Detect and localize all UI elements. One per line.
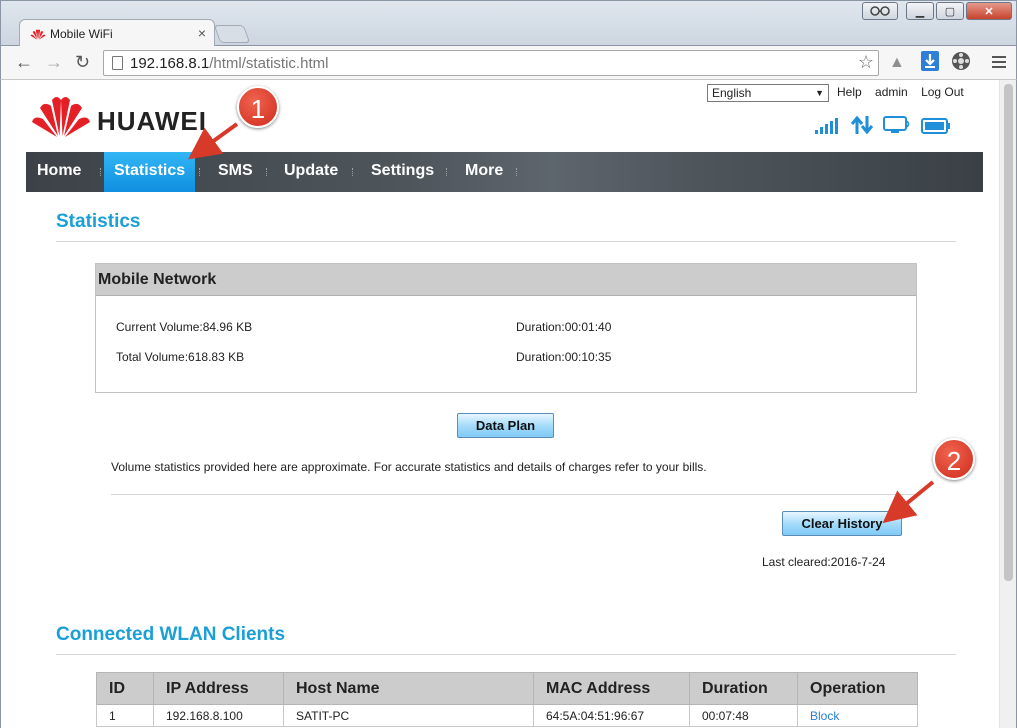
cell-duration: 00:07:48 — [689, 704, 798, 727]
cell-host: SATIT-PC — [283, 704, 534, 727]
nav-more[interactable]: More — [465, 152, 503, 192]
col-ip-address: IP Address — [153, 672, 284, 705]
battery-icon — [921, 118, 950, 134]
nav-update[interactable]: Update — [284, 152, 338, 192]
top-links: Help admin Log Out — [837, 85, 974, 99]
nav-statistics[interactable]: Statistics — [104, 152, 196, 192]
drive-extension-icon[interactable]: ▲ — [889, 54, 905, 72]
tab-title: Mobile WiFi — [50, 27, 113, 41]
window-controls: ▁ ▢ ✕ — [862, 2, 1012, 20]
nav-home[interactable]: Home — [37, 152, 81, 192]
page-scrollbar[interactable] — [999, 80, 1016, 728]
logout-link[interactable]: Log Out — [921, 85, 964, 99]
col-duration: Duration — [689, 672, 798, 705]
browser-tab[interactable]: Mobile WiFi × — [19, 19, 215, 47]
page-title: Statistics — [56, 211, 141, 232]
col-host-name: Host Name — [283, 672, 534, 705]
cell-mac: 64:5A:04:51:96:67 — [533, 704, 690, 727]
signal-icon — [815, 118, 838, 134]
menu-icon[interactable] — [992, 56, 1006, 71]
star-icon[interactable]: ☆ — [858, 52, 874, 73]
brand-name: HUAWEI — [97, 106, 207, 136]
url-text[interactable]: 192.168.8.1/html/statistic.html — [130, 55, 328, 72]
huawei-logo-icon — [32, 97, 90, 137]
col-mac-address: MAC Address — [533, 672, 690, 705]
total-duration: Duration:00:10:35 — [516, 350, 612, 364]
maximize-button[interactable]: ▢ — [936, 2, 964, 20]
cell-operation: Block — [797, 704, 918, 727]
minimize-button[interactable]: ▁ — [906, 2, 934, 20]
block-link[interactable]: Block — [810, 709, 839, 723]
data-plan-button[interactable]: Data Plan — [457, 413, 554, 438]
new-tab-button[interactable] — [213, 25, 251, 43]
cell-id: 1 — [96, 704, 154, 727]
data-transfer-icon — [851, 116, 873, 134]
divider — [111, 494, 917, 495]
volume-note: Volume statistics provided here are appr… — [111, 460, 707, 474]
table-row: 1 192.168.8.100 SATIT-PC 64:5A:04:51:96:… — [96, 704, 918, 727]
chevron-down-icon: ▼ — [815, 88, 824, 98]
annotation-arrow-2 — [882, 480, 935, 524]
nav-sms[interactable]: SMS — [218, 152, 253, 192]
wlan-clients-table: ID IP Address Host Name MAC Address Dura… — [96, 672, 918, 727]
close-window-button[interactable]: ✕ — [966, 2, 1012, 20]
back-icon[interactable]: ← — [15, 52, 33, 72]
current-duration: Duration:00:01:40 — [516, 320, 612, 334]
page-icon — [112, 56, 123, 70]
user-link[interactable]: admin — [875, 85, 908, 99]
nav-settings[interactable]: Settings — [371, 152, 434, 192]
status-icons — [815, 116, 951, 134]
total-volume: Total Volume:618.83 KB — [116, 350, 245, 364]
panel-title: Mobile Network — [96, 264, 916, 296]
divider — [56, 654, 956, 655]
help-link[interactable]: Help — [837, 85, 862, 99]
address-bar[interactable]: 192.168.8.1/html/statistic.html ☆ — [103, 50, 879, 76]
browser-toolbar: ← → ↻ 192.168.8.1/html/statistic.html ☆ … — [0, 46, 1017, 80]
tab-close-icon[interactable]: × — [198, 25, 206, 41]
current-volume: Current Volume:84.96 KB — [116, 320, 253, 334]
user-profile-icon[interactable] — [862, 2, 898, 20]
annotation-badge-1: 1 — [237, 86, 279, 128]
col-id: ID — [96, 672, 154, 705]
col-operation: Operation — [797, 672, 918, 705]
browser-titlebar: Mobile WiFi × ▁ ▢ ✕ — [0, 0, 1017, 47]
wlan-section-title: Connected WLAN Clients — [56, 624, 286, 645]
language-select[interactable]: English ▼ — [707, 84, 829, 102]
divider — [56, 241, 956, 242]
forward-icon[interactable]: → — [45, 52, 63, 72]
huawei-logo-icon — [30, 29, 46, 40]
last-cleared-text: Last cleared:2016-7-24 — [762, 555, 886, 569]
cell-ip: 192.168.8.100 — [153, 704, 284, 727]
scrollbar-thumb[interactable] — [1004, 84, 1013, 581]
main-nav: Home Statistics SMS Update Settings More — [26, 152, 983, 192]
download-extension-icon[interactable] — [921, 51, 939, 76]
page-viewport: HUAWEI English ▼ Help admin Log Out Home … — [0, 80, 1017, 728]
clear-history-button[interactable]: Clear History — [782, 511, 902, 536]
reload-icon[interactable]: ↻ — [75, 52, 90, 72]
table-header-row: ID IP Address Host Name MAC Address Dura… — [96, 672, 918, 705]
monitor-icon — [883, 116, 910, 133]
video-extension-icon[interactable] — [951, 51, 971, 76]
annotation-badge-2: 2 — [933, 438, 975, 480]
